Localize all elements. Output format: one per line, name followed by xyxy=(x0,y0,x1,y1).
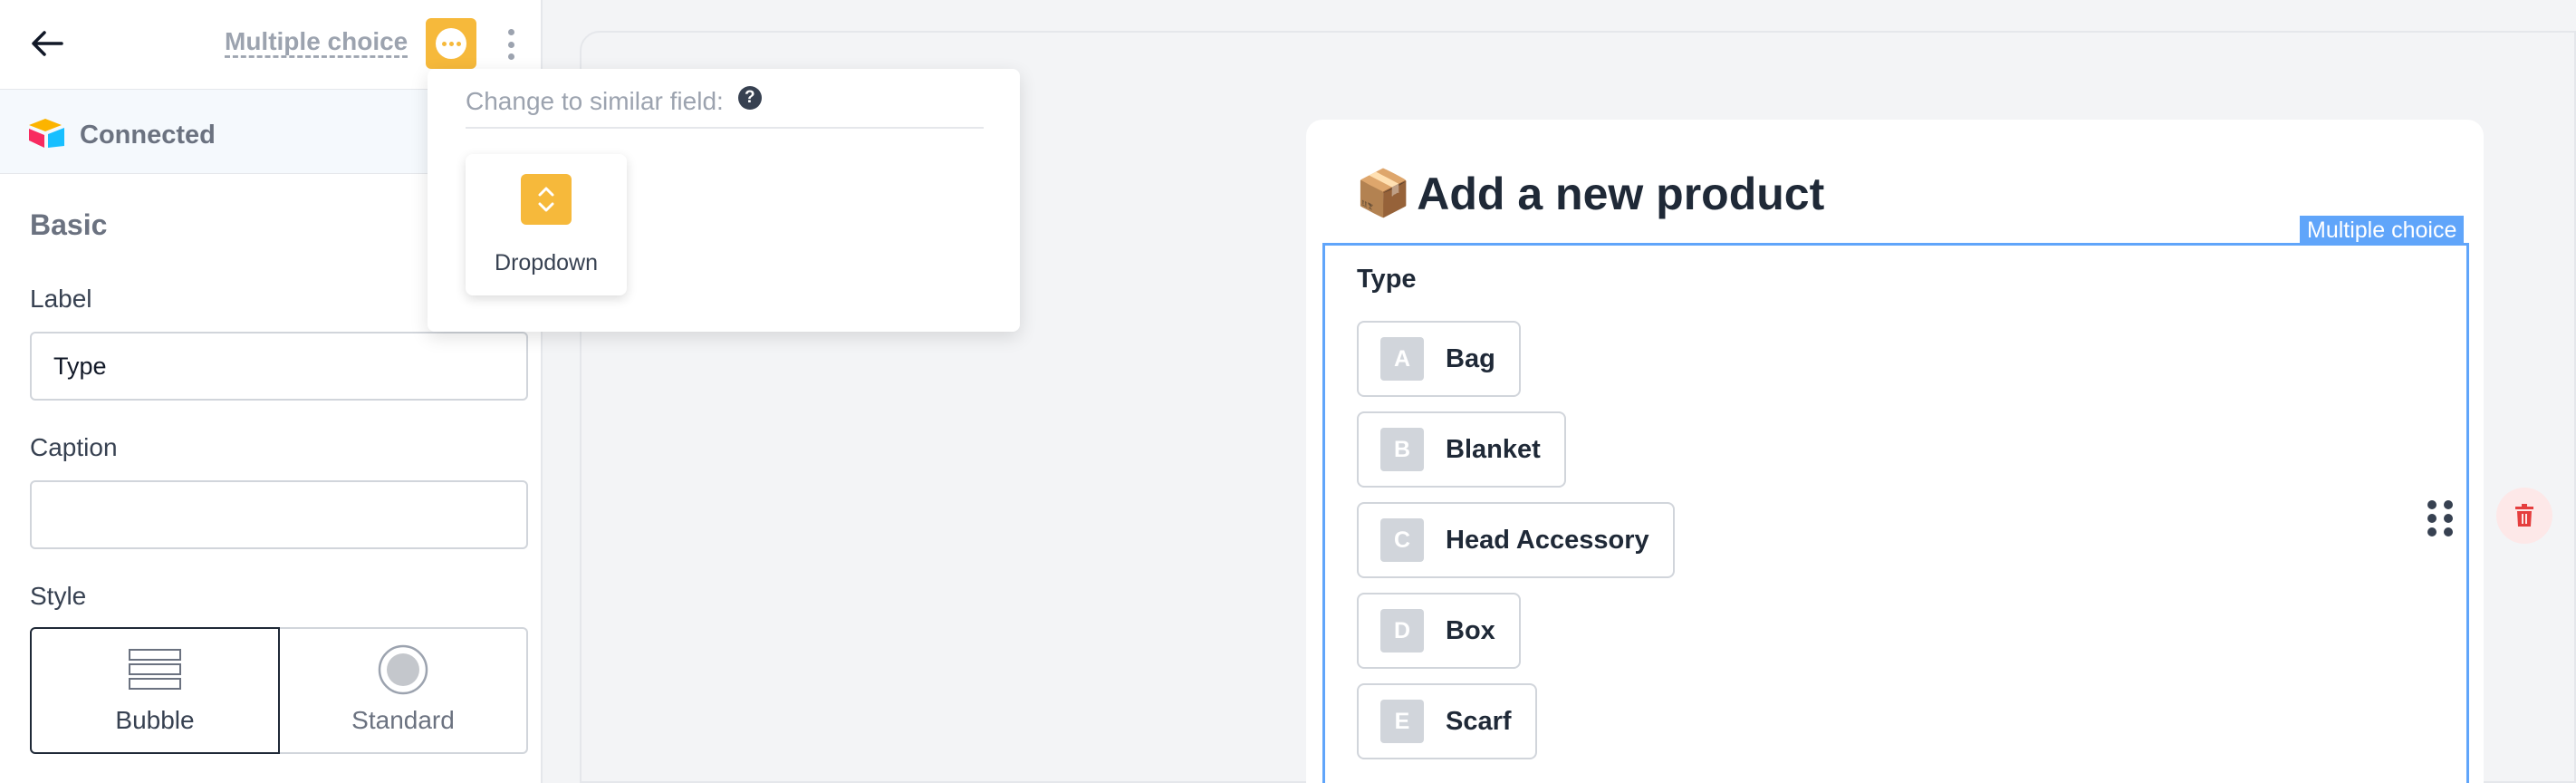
bubble-style-icon xyxy=(129,646,181,693)
popover-title: Change to similar field: ? xyxy=(466,86,762,116)
connection-status-label: Connected xyxy=(80,121,216,150)
choice-key: D xyxy=(1380,609,1424,652)
choice-key: B xyxy=(1380,428,1424,471)
question-label: Type xyxy=(1357,265,1417,294)
caption-field-label: Caption xyxy=(30,433,118,461)
label-input[interactable]: Type xyxy=(30,332,528,401)
radio-style-icon xyxy=(378,644,428,695)
choice-label: Head Accessory xyxy=(1446,525,1649,555)
style-field-label: Style xyxy=(30,582,87,610)
choice-option[interactable]: C Head Accessory xyxy=(1357,502,1675,578)
field-type-link[interactable]: Multiple choice xyxy=(225,27,408,56)
choice-key: A xyxy=(1380,337,1424,381)
choice-label: Bag xyxy=(1446,343,1495,373)
choice-key: E xyxy=(1380,700,1424,743)
choice-option[interactable]: B Blanket xyxy=(1357,411,1566,488)
label-field-label: Label xyxy=(30,285,92,313)
dropdown-option-label: Dropdown xyxy=(495,250,598,276)
more-horizontal-icon xyxy=(436,28,466,59)
caption-input[interactable] xyxy=(30,480,528,549)
choice-label: Box xyxy=(1446,615,1495,645)
dropdown-field-option[interactable]: Dropdown xyxy=(466,154,627,295)
trash-icon xyxy=(2515,504,2533,527)
style-option-bubble-label: Bubble xyxy=(115,706,195,734)
choice-option[interactable]: D Box xyxy=(1357,593,1521,669)
popover-title-text: Change to similar field: xyxy=(466,87,724,115)
form-title-text: Add a new product xyxy=(1417,168,1825,219)
choice-label: Scarf xyxy=(1446,706,1512,736)
arrow-left-icon xyxy=(32,31,63,56)
choice-option[interactable]: A Bag xyxy=(1357,321,1521,397)
style-toggle: Bubble Standard xyxy=(30,627,528,754)
help-icon[interactable]: ? xyxy=(737,86,762,110)
choice-key: C xyxy=(1380,518,1424,562)
field-type-icon-button[interactable] xyxy=(426,18,476,69)
section-title-basic: Basic xyxy=(30,208,108,241)
field-type-tag: Multiple choice xyxy=(2300,216,2465,245)
package-icon: 📦 xyxy=(1355,168,1412,218)
more-options-icon[interactable] xyxy=(500,24,522,65)
popover-divider xyxy=(466,127,984,129)
dropdown-select-icon xyxy=(521,174,572,225)
airtable-logo-icon xyxy=(29,119,64,148)
choice-option[interactable]: E Scarf xyxy=(1357,683,1537,759)
drag-handle-icon[interactable] xyxy=(2427,500,2456,536)
back-button[interactable] xyxy=(25,24,69,63)
form-title: 📦 Add a new product xyxy=(1355,167,1824,220)
style-option-bubble[interactable]: Bubble xyxy=(30,627,280,754)
delete-field-button[interactable] xyxy=(2496,488,2552,544)
style-option-standard-label: Standard xyxy=(351,706,455,734)
style-option-standard[interactable]: Standard xyxy=(280,627,528,754)
choice-label: Blanket xyxy=(1446,434,1541,464)
